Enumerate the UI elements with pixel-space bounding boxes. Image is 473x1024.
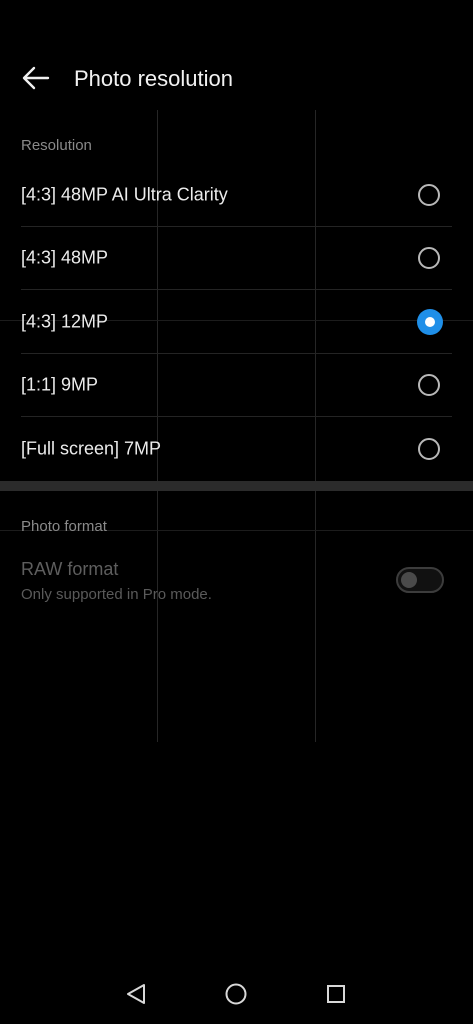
resolution-option[interactable]: [Full screen] 7MP [0, 417, 473, 481]
circle-home-icon [224, 982, 248, 1011]
settings-page: Photo resolution Resolution [4:3] 48MP A… [0, 0, 473, 1024]
section-title-resolution: Resolution [21, 137, 92, 154]
triangle-back-icon [124, 982, 148, 1011]
radio-button[interactable] [418, 247, 440, 270]
nav-home-button[interactable] [222, 982, 250, 1010]
arrow-left-icon [22, 66, 50, 95]
back-button[interactable] [14, 60, 58, 100]
resolution-options-list: [4:3] 48MP AI Ultra Clarity [4:3] 48MP [… [0, 163, 473, 481]
raw-format-row: RAW format Only supported in Pro mode. [0, 555, 473, 611]
resolution-option-label: [4:3] 12MP [21, 311, 109, 332]
radio-button[interactable] [418, 183, 440, 206]
raw-format-toggle[interactable] [396, 567, 444, 593]
toggle-knob [401, 572, 417, 588]
system-nav-bar [0, 968, 473, 1024]
nav-back-button[interactable] [122, 982, 150, 1010]
resolution-option[interactable]: [1:1] 9MP [0, 354, 473, 417]
raw-format-subtitle: Only supported in Pro mode. [21, 586, 212, 603]
raw-format-label: RAW format [21, 559, 119, 579]
radio-button[interactable] [418, 374, 440, 397]
radio-button-selected[interactable] [417, 308, 443, 335]
header: Photo resolution [0, 52, 473, 108]
resolution-option[interactable]: [4:3] 12MP [0, 290, 473, 354]
section-title-photo-format: Photo format [21, 518, 107, 535]
square-recents-icon [324, 982, 348, 1011]
resolution-option-label: [Full screen] 7MP [21, 438, 162, 459]
resolution-option[interactable]: [4:3] 48MP AI Ultra Clarity [0, 163, 473, 227]
radio-button[interactable] [418, 437, 440, 460]
resolution-option-label: [1:1] 9MP [21, 374, 99, 395]
resolution-option-label: [4:3] 48MP [21, 247, 109, 268]
resolution-option[interactable]: [4:3] 48MP [0, 227, 473, 290]
page-title: Photo resolution [74, 66, 233, 91]
resolution-option-label: [4:3] 48MP AI Ultra Clarity [21, 184, 228, 205]
nav-recents-button[interactable] [322, 982, 350, 1010]
section-separator [0, 481, 473, 491]
